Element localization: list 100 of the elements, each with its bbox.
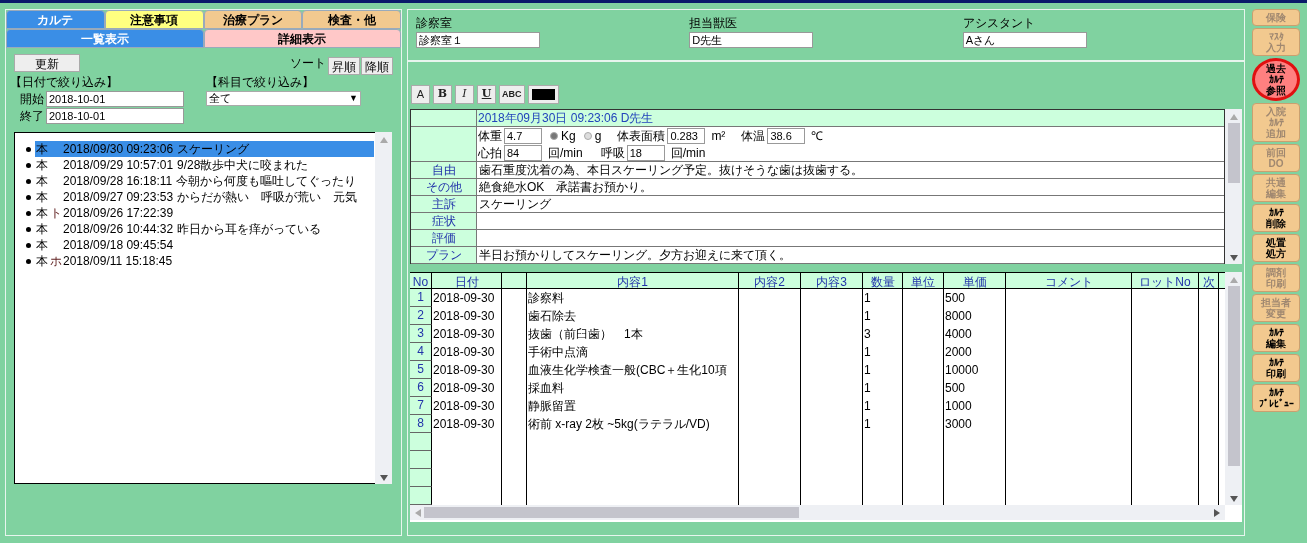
- field-label: 心拍: [478, 145, 502, 162]
- scroll-left-icon[interactable]: [413, 508, 421, 517]
- column-header: 内容3: [816, 275, 847, 288]
- tab[interactable]: 治療プラン: [203, 10, 303, 29]
- column-header: ロットNo: [1139, 275, 1191, 288]
- side-button[interactable]: ｶﾙﾃ ﾌﾟﾚﾋﾞｭｰ: [1252, 384, 1300, 412]
- row-number-cell: 3: [410, 325, 432, 343]
- field-label: 主訴: [411, 196, 477, 212]
- table-cell: 2018-09-30: [433, 381, 495, 395]
- scroll-thumb[interactable]: [424, 507, 799, 518]
- side-button[interactable]: 処置 処方: [1252, 234, 1300, 262]
- scroll-up-icon[interactable]: [379, 135, 388, 143]
- field-label: 呼吸: [600, 145, 625, 162]
- table-cell: 3000: [945, 417, 972, 431]
- field-label: プラン: [411, 247, 477, 263]
- format-button[interactable]: A: [411, 85, 430, 104]
- sort-button[interactable]: 降順: [361, 57, 393, 75]
- record-list-item[interactable]: 本 2018/09/18 09:45:54: [35, 237, 374, 253]
- format-button[interactable]: ABC: [499, 85, 525, 104]
- refresh-button[interactable]: 更新: [14, 54, 80, 72]
- scroll-down-icon[interactable]: [1229, 494, 1238, 502]
- color-picker[interactable]: [527, 85, 559, 104]
- table-cell: 術前 x-ray 2枚 ~5kg(ラテラル/VD): [528, 417, 710, 431]
- record-text[interactable]: 歯石重度沈着の為、本日スケーリング予定。抜けそうな歯は抜歯する。: [477, 162, 865, 178]
- scroll-down-icon[interactable]: [379, 473, 388, 481]
- table-cell: 診察料: [528, 291, 564, 305]
- field-label: 担当獣医: [689, 16, 739, 31]
- sort-button[interactable]: 昇順: [328, 57, 360, 75]
- format-button[interactable]: U: [477, 85, 496, 104]
- field-label: 体温: [741, 128, 766, 145]
- record-list-item[interactable]: 本 ホ2018/09/11 15:18:45: [35, 253, 374, 269]
- field-label: 体表面積: [617, 128, 666, 145]
- row-number-cell: 4: [410, 343, 432, 361]
- record-text[interactable]: スケーリング: [477, 196, 553, 212]
- tab[interactable]: 詳細表示: [203, 29, 401, 48]
- scroll-right-icon[interactable]: [1214, 508, 1222, 517]
- column-header: 内容1: [617, 275, 648, 288]
- record-list-item[interactable]: 本 2018/09/27 09:23:53 からだが熱い 呼吸が荒い 元気: [35, 189, 374, 205]
- table-cell: 採血料: [528, 381, 564, 395]
- tab[interactable]: 検査・他: [302, 10, 401, 29]
- record-text[interactable]: 絶食絶水OK 承諾書お預かり。: [477, 179, 655, 195]
- bullet-icon: [25, 194, 31, 200]
- field-label: 体重: [478, 128, 502, 145]
- scroll-down-icon[interactable]: [1229, 253, 1238, 261]
- record-list-item[interactable]: 本 2018/09/29 10:57:01 9/28散歩中犬に咬まれた: [35, 157, 374, 173]
- bsa-field[interactable]: 0.283: [667, 128, 706, 144]
- side-button[interactable]: 過去 ｶﾙﾃ 参照: [1252, 58, 1300, 101]
- scroll-up-icon[interactable]: [1229, 112, 1238, 120]
- field-label: その他: [411, 179, 477, 195]
- table-cell: 静脈留置: [528, 399, 576, 413]
- pulse-field[interactable]: 84: [504, 145, 542, 161]
- scroll-up-icon[interactable]: [1229, 275, 1238, 283]
- table-cell: 1: [864, 345, 871, 359]
- table-cell: 1: [864, 399, 871, 413]
- record-text[interactable]: 半日お預かりしてスケーリング。夕方お迎えに来て頂く。: [477, 247, 793, 263]
- date-field[interactable]: 2018-10-01: [46, 107, 184, 124]
- horizontal-scrollbar[interactable]: [410, 505, 1225, 520]
- scrollbar[interactable]: [1225, 109, 1242, 264]
- radio-button[interactable]: [550, 132, 558, 140]
- unit-label: 回/min: [670, 145, 706, 162]
- unit-label: 回/min: [548, 145, 583, 162]
- bullet-icon: [25, 178, 31, 184]
- text-field[interactable]: Aさん: [962, 32, 1087, 48]
- table-cell: 2018-09-30: [433, 309, 495, 323]
- weight-field[interactable]: 4.7: [504, 128, 542, 144]
- scroll-thumb[interactable]: [1227, 286, 1240, 466]
- row-number-cell: [410, 451, 432, 469]
- record-list-item[interactable]: 本 2018/09/30 09:23:06 スケーリング: [35, 141, 374, 157]
- format-button[interactable]: I: [455, 85, 474, 104]
- table-cell: 2018-09-30: [433, 417, 495, 431]
- table-cell: 2018-09-30: [433, 363, 495, 377]
- side-button[interactable]: ｶﾙﾃ 印刷: [1252, 354, 1300, 382]
- record-list-item[interactable]: 本 ト 2018/09/26 17:22:39: [35, 205, 374, 221]
- table-cell: 歯石除去: [528, 309, 576, 323]
- temperature-field[interactable]: 38.6: [767, 128, 806, 144]
- respiration-field[interactable]: 18: [626, 145, 665, 161]
- row-number-cell: 6: [410, 379, 432, 397]
- tab[interactable]: 注意事項: [104, 10, 204, 29]
- format-button[interactable]: B: [433, 85, 452, 104]
- column-header: 数量: [870, 275, 895, 288]
- text-field[interactable]: 診察室１: [416, 32, 540, 48]
- subject-dropdown[interactable]: 全て ▼: [206, 91, 361, 106]
- side-button[interactable]: ｶﾙﾃ 編集: [1252, 324, 1300, 352]
- bullet-icon: [25, 162, 31, 168]
- date-field[interactable]: 2018-10-01: [46, 90, 184, 107]
- table-cell: 1: [864, 381, 871, 395]
- table-cell: 血液生化学検査一般(CBC＋生化10項: [528, 363, 727, 377]
- text-field[interactable]: D先生: [689, 32, 814, 48]
- table-cell: 2000: [945, 345, 972, 359]
- record-list-item[interactable]: 本 2018/09/26 10:44:32 昨日から耳を痒がっている: [35, 221, 374, 237]
- scrollbar[interactable]: [375, 132, 392, 484]
- record-header: 2018年09月30日 09:23:06 D先生: [477, 110, 655, 126]
- record-list-item[interactable]: 本 2018/09/28 16:18:11 今朝から何度も嘔吐してぐったり: [35, 173, 374, 189]
- bullet-icon: [25, 146, 31, 152]
- radio-button[interactable]: [583, 132, 592, 140]
- scrollbar[interactable]: [1225, 272, 1242, 505]
- scroll-thumb[interactable]: [1227, 123, 1240, 183]
- column-header: コメント: [1044, 275, 1093, 288]
- side-button[interactable]: ｶﾙﾃ 削除: [1252, 204, 1300, 232]
- table-cell: 2018-09-30: [433, 291, 495, 305]
